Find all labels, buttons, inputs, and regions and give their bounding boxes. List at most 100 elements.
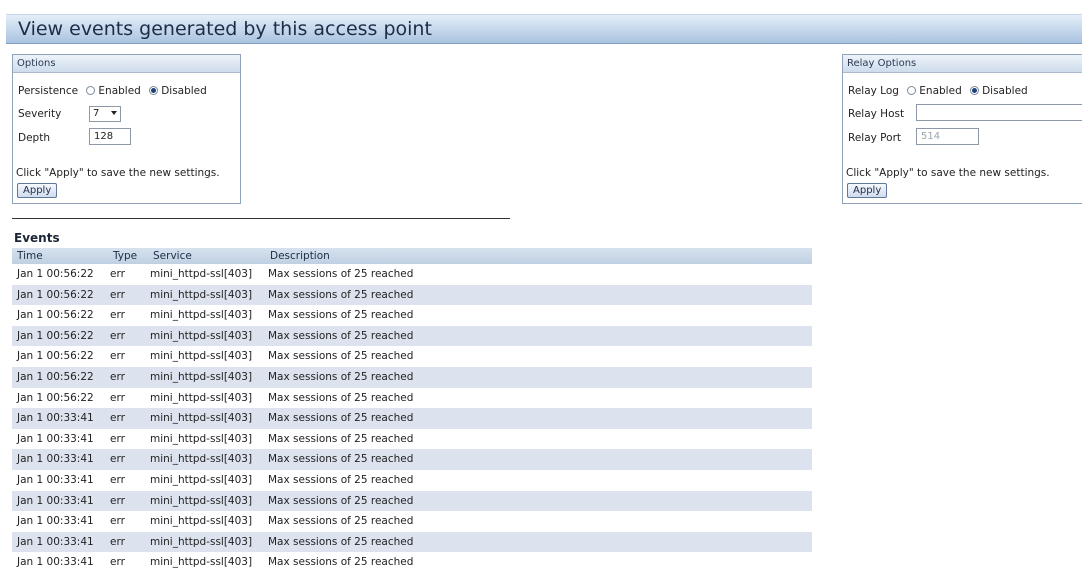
event-description: Max sessions of 25 reached: [268, 535, 414, 548]
relay-port-label: Relay Port: [848, 132, 902, 144]
options-panel: Options Persistence Enabled Disabled Sev…: [12, 54, 241, 204]
event-type: err: [110, 268, 125, 280]
event-description: Max sessions of 25 reached: [268, 432, 414, 445]
events-table-body: Jan 1 00:56:22 err mini_httpd-ssl[403] Max …: [12, 264, 812, 573]
relay-log-label: Relay Log: [848, 85, 899, 97]
options-heading: Options: [13, 55, 240, 73]
event-description: Max sessions of 25 reached: [268, 494, 414, 507]
table-row: Jan 1 00:33:41 err mini_httpd-ssl[403] Max …: [12, 470, 812, 491]
event-service: mini_httpd-ssl[403]: [150, 391, 253, 404]
event-description: Max sessions of 25 reached: [268, 556, 414, 569]
event-type: err: [110, 370, 125, 383]
event-time: Jan 1 00:33:41: [17, 556, 94, 569]
page-title-bar: View events generated by this access poi…: [6, 14, 1082, 44]
relay-log-enabled-radio[interactable]: [907, 86, 917, 95]
event-type: err: [110, 432, 125, 445]
event-description: Max sessions of 25 reached: [268, 329, 414, 342]
event-time: Jan 1 00:33:41: [17, 535, 94, 548]
event-type: err: [110, 412, 125, 425]
persistence-disabled-radio[interactable]: [149, 86, 159, 95]
event-type: err: [110, 329, 125, 342]
depth-label: Depth: [18, 132, 50, 144]
relay-options-heading: Relay Options: [843, 55, 1082, 73]
event-type: err: [110, 309, 125, 322]
persistence-label: Persistence: [18, 85, 79, 97]
event-description: Max sessions of 25 reached: [268, 515, 414, 528]
table-row: Jan 1 00:33:41 err mini_httpd-ssl[403] Max …: [12, 429, 812, 450]
events-table-header: Time Type Service Description: [12, 248, 812, 264]
event-type: err: [110, 535, 125, 548]
event-service: mini_httpd-ssl[403]: [150, 556, 253, 569]
event-service: mini_httpd-ssl[403]: [150, 473, 253, 486]
table-row: Jan 1 00:33:41 err mini_httpd-ssl[403] Max …: [12, 552, 812, 573]
event-time: Jan 1 00:56:22: [17, 391, 94, 404]
persistence-enabled-label: Enabled: [98, 85, 141, 97]
event-time: Jan 1 00:33:41: [17, 453, 94, 466]
section-divider: [12, 218, 510, 219]
event-service: mini_httpd-ssl[403]: [150, 453, 253, 466]
table-row: Jan 1 00:33:41 err mini_httpd-ssl[403] Max …: [12, 511, 812, 532]
event-time: Jan 1 00:56:22: [17, 268, 94, 280]
event-service: mini_httpd-ssl[403]: [150, 268, 253, 280]
event-service: mini_httpd-ssl[403]: [150, 329, 253, 342]
relay-log-disabled-radio[interactable]: [970, 86, 980, 95]
table-row: Jan 1 00:56:22 err mini_httpd-ssl[403] Max …: [12, 305, 812, 326]
events-heading: Events: [14, 231, 60, 245]
relay-options-panel: Relay Options Relay Log Enabled Disabled…: [842, 54, 1082, 204]
table-row: Jan 1 00:33:41 err mini_httpd-ssl[403] Max …: [12, 449, 812, 470]
table-row: Jan 1 00:33:41 err mini_httpd-ssl[403] Max …: [12, 408, 812, 429]
severity-value: 7: [93, 108, 100, 119]
chevron-down-icon: [111, 111, 117, 115]
relay-log-disabled-label: Disabled: [982, 85, 1028, 97]
event-time: Jan 1 00:56:22: [17, 350, 94, 363]
severity-label: Severity: [18, 108, 62, 120]
event-time: Jan 1 00:56:22: [17, 370, 94, 383]
event-description: Max sessions of 25 reached: [268, 391, 414, 404]
relay-host-label: Relay Host: [848, 108, 905, 120]
table-row: Jan 1 00:56:22 err mini_httpd-ssl[403] Max …: [12, 366, 812, 388]
event-time: Jan 1 00:33:41: [17, 473, 94, 486]
relay-apply-note: Click "Apply" to save the new settings.: [846, 167, 1050, 179]
event-description: Max sessions of 25 reached: [268, 370, 414, 383]
event-time: Jan 1 00:56:22: [17, 329, 94, 342]
event-service: mini_httpd-ssl[403]: [150, 309, 253, 322]
event-time: Jan 1 00:33:41: [17, 412, 94, 425]
event-time: Jan 1 00:33:41: [17, 494, 94, 507]
event-description: Max sessions of 25 reached: [268, 309, 414, 322]
table-row: Jan 1 00:56:22 err mini_httpd-ssl[403] Max …: [12, 284, 812, 306]
event-description: Max sessions of 25 reached: [268, 473, 414, 486]
event-type: err: [110, 350, 125, 363]
event-type: err: [110, 288, 125, 301]
column-header-description: Description: [270, 250, 330, 262]
event-description: Max sessions of 25 reached: [268, 288, 414, 301]
column-header-time: Time: [17, 250, 43, 262]
event-service: mini_httpd-ssl[403]: [150, 288, 253, 301]
event-service: mini_httpd-ssl[403]: [150, 535, 253, 548]
options-apply-note: Click "Apply" to save the new settings.: [16, 167, 220, 179]
event-time: Jan 1 00:56:22: [17, 288, 94, 301]
table-row: Jan 1 00:56:22 err mini_httpd-ssl[403] Max …: [12, 346, 812, 367]
table-row: Jan 1 00:56:22 err mini_httpd-ssl[403] Max …: [12, 325, 812, 347]
relay-apply-button[interactable]: Apply: [847, 183, 888, 198]
event-type: err: [110, 391, 125, 404]
event-time: Jan 1 00:33:41: [17, 515, 94, 528]
event-type: err: [110, 515, 125, 528]
relay-port-input[interactable]: 514: [916, 128, 979, 145]
event-description: Max sessions of 25 reached: [268, 268, 414, 280]
table-row: Jan 1 00:33:41 err mini_httpd-ssl[403] Max …: [12, 531, 812, 553]
event-type: err: [110, 556, 125, 569]
depth-input[interactable]: 128: [89, 128, 131, 145]
event-service: mini_httpd-ssl[403]: [150, 350, 253, 363]
persistence-enabled-radio[interactable]: [86, 86, 96, 95]
options-apply-button[interactable]: Apply: [17, 183, 58, 198]
event-description: Max sessions of 25 reached: [268, 350, 414, 363]
severity-select[interactable]: 7: [89, 106, 121, 122]
table-row: Jan 1 00:56:22 err mini_httpd-ssl[403] Max …: [12, 388, 812, 409]
event-description: Max sessions of 25 reached: [268, 412, 414, 425]
page-title: View events generated by this access poi…: [18, 18, 432, 40]
event-type: err: [110, 453, 125, 466]
event-type: err: [110, 494, 125, 507]
event-service: mini_httpd-ssl[403]: [150, 412, 253, 425]
event-description: Max sessions of 25 reached: [268, 453, 414, 466]
relay-host-input[interactable]: [916, 104, 1082, 121]
